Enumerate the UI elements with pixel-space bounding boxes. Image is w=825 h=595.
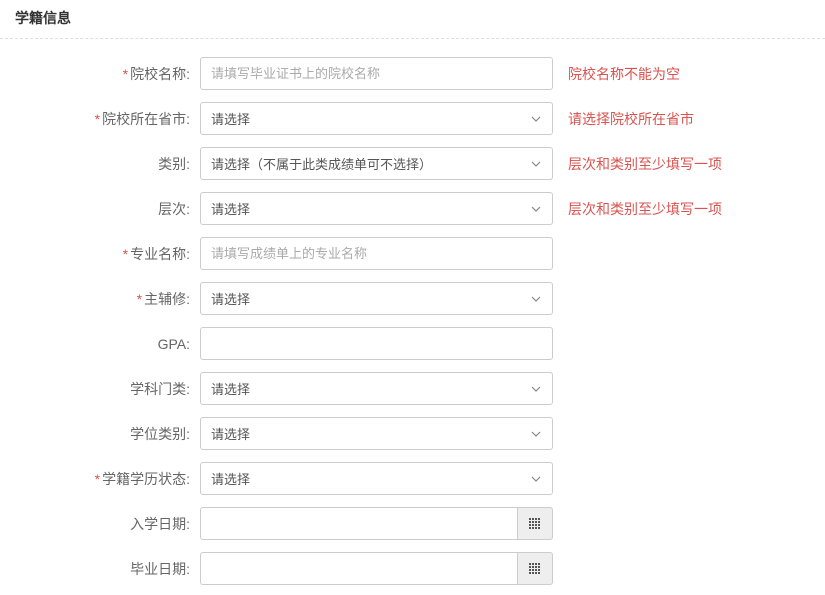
label-text: 专业名称: (130, 246, 190, 262)
row-major: *专业名称: (0, 237, 825, 270)
select-value: 请选择 (211, 424, 250, 443)
subject-select[interactable]: 请选择 (200, 372, 553, 405)
chevron-down-icon (530, 158, 542, 170)
label-category: 类别: (15, 154, 200, 174)
label-text: 入学日期: (130, 516, 190, 532)
chevron-down-icon (530, 473, 542, 485)
select-value: 请选择 (211, 469, 250, 488)
label-province: *院校所在省市: (15, 109, 200, 129)
label-degree-type: 学位类别: (15, 424, 200, 444)
row-grad-date: 毕业日期: (0, 552, 825, 585)
enroll-date-picker-button[interactable] (517, 507, 553, 540)
gpa-input[interactable] (200, 327, 553, 360)
label-text: 毕业日期: (130, 561, 190, 577)
label-text: GPA: (158, 336, 190, 352)
required-mark: * (95, 111, 100, 127)
select-value: 请选择 (211, 289, 250, 308)
error-school-name: 院校名称不能为空 (553, 64, 680, 84)
grad-date-picker-button[interactable] (517, 552, 553, 585)
enroll-date-input[interactable] (200, 507, 517, 540)
label-text: 类别: (158, 156, 190, 172)
required-mark: * (123, 246, 128, 262)
select-value: 请选择 (211, 199, 250, 218)
major-input[interactable] (200, 237, 553, 270)
label-text: 层次: (158, 201, 190, 217)
row-subject: 学科门类: 请选择 (0, 372, 825, 405)
category-select[interactable]: 请选择（不属于此类成绩单可不选择） (200, 147, 553, 180)
label-subject: 学科门类: (15, 379, 200, 399)
row-province: *院校所在省市: 请选择 请选择院校所在省市 (0, 102, 825, 135)
row-school-name: *院校名称: 院校名称不能为空 (0, 57, 825, 90)
select-value: 请选择 (211, 109, 250, 128)
select-value: 请选择（不属于此类成绩单可不选择） (211, 154, 432, 173)
grad-date-input[interactable] (200, 552, 517, 585)
label-text: 学科门类: (130, 381, 190, 397)
label-grad-date: 毕业日期: (15, 559, 200, 579)
calendar-icon (528, 562, 542, 576)
label-level: 层次: (15, 199, 200, 219)
row-degree-type: 学位类别: 请选择 (0, 417, 825, 450)
label-minor: *主辅修: (15, 289, 200, 309)
chevron-down-icon (530, 428, 542, 440)
label-enroll-date: 入学日期: (15, 514, 200, 534)
chevron-down-icon (530, 113, 542, 125)
chevron-down-icon (530, 203, 542, 215)
error-province: 请选择院校所在省市 (553, 109, 694, 129)
degree-type-select[interactable]: 请选择 (200, 417, 553, 450)
label-text: 主辅修: (144, 291, 190, 307)
row-enroll-date: 入学日期: (0, 507, 825, 540)
status-select[interactable]: 请选择 (200, 462, 553, 495)
error-category: 层次和类别至少填写一项 (553, 154, 722, 174)
required-mark: * (137, 291, 142, 307)
minor-select[interactable]: 请选择 (200, 282, 553, 315)
province-select[interactable]: 请选择 (200, 102, 553, 135)
label-status: *学籍学历状态: (15, 469, 200, 489)
chevron-down-icon (530, 293, 542, 305)
required-mark: * (95, 471, 100, 487)
label-school-name: *院校名称: (15, 64, 200, 84)
row-category: 类别: 请选择（不属于此类成绩单可不选择） 层次和类别至少填写一项 (0, 147, 825, 180)
row-minor: *主辅修: 请选择 (0, 282, 825, 315)
chevron-down-icon (530, 383, 542, 395)
row-gpa: GPA: (0, 327, 825, 360)
label-text: 学籍学历状态: (102, 471, 190, 487)
row-level: 层次: 请选择 层次和类别至少填写一项 (0, 192, 825, 225)
label-gpa: GPA: (15, 336, 200, 352)
label-text: 院校所在省市: (102, 111, 190, 127)
section-title: 学籍信息 (0, 0, 825, 39)
school-name-input[interactable] (200, 57, 553, 90)
required-mark: * (123, 66, 128, 82)
row-status: *学籍学历状态: 请选择 (0, 462, 825, 495)
label-text: 学位类别: (130, 426, 190, 442)
level-select[interactable]: 请选择 (200, 192, 553, 225)
error-level: 层次和类别至少填写一项 (553, 199, 722, 219)
label-text: 院校名称: (130, 66, 190, 82)
calendar-icon (528, 517, 542, 531)
select-value: 请选择 (211, 379, 250, 398)
label-major: *专业名称: (15, 244, 200, 264)
